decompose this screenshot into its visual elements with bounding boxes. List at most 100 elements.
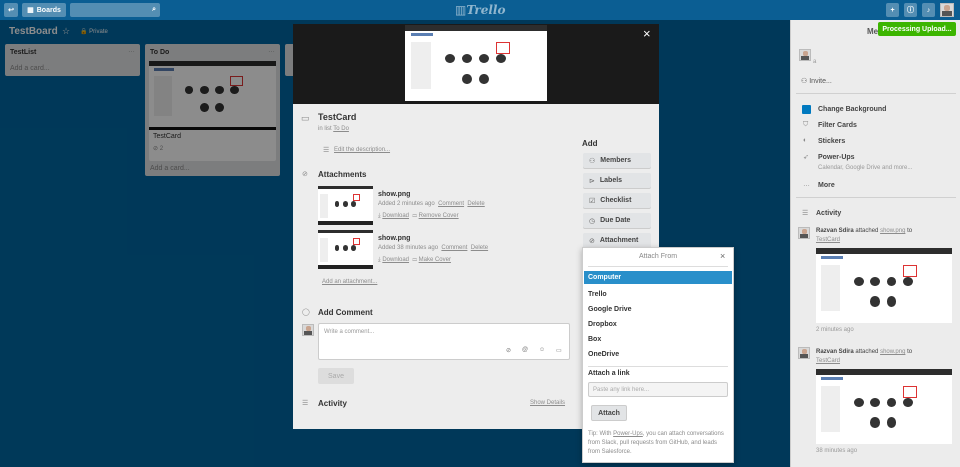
option-dropbox[interactable]: Dropbox (584, 318, 732, 331)
member-avatar[interactable] (799, 49, 811, 61)
card-title[interactable]: TestCard (318, 112, 356, 122)
description-icon: ☰ (323, 147, 330, 154)
search-icon: ⌕ (152, 6, 156, 13)
option-box[interactable]: Box (584, 333, 732, 346)
activity-attachment-image[interactable] (816, 248, 952, 323)
option-computer[interactable]: Computer (584, 271, 732, 284)
member-badge: a (813, 59, 817, 65)
more-item[interactable]: More (818, 182, 835, 189)
tag-icon: ⊳ (589, 177, 595, 185)
members-label: Members (600, 157, 632, 164)
option-google-drive[interactable]: Google Drive (584, 303, 732, 316)
card-cover: × (293, 24, 659, 104)
change-background-item[interactable]: Change Background (818, 106, 886, 113)
edit-description-link[interactable]: Edit the description... (334, 147, 390, 153)
attachment-added: Added 2 minutes ago (378, 201, 435, 207)
checklist-button[interactable]: ☑ Checklist (583, 193, 651, 208)
tip-text: Tip: With Power-Ups, you can attach conv… (588, 430, 730, 460)
attachment-actions: ⤓ Download ▭ Make Cover (378, 257, 451, 264)
user-avatar[interactable] (940, 3, 954, 17)
download-icon: ⤓ (378, 213, 381, 219)
cover-image[interactable] (405, 25, 547, 101)
invite-button[interactable]: ⚇ Invite... (801, 77, 832, 85)
link-input[interactable]: Paste any link here... (588, 382, 728, 397)
attachment-comment-link[interactable]: Comment (438, 201, 464, 207)
list-link[interactable]: To Do (333, 126, 349, 132)
activity-attachment-image[interactable] (816, 369, 952, 444)
download-icon: ⤓ (378, 257, 381, 263)
create-button[interactable]: + (886, 3, 899, 17)
attachment-actions: ⤓ Download ▭ Remove Cover (378, 213, 459, 220)
back-button[interactable]: ↩ (4, 3, 18, 17)
make-cover-link[interactable]: Make Cover (419, 257, 451, 263)
in-list-prefix: in list (318, 126, 332, 132)
comment-input[interactable]: Write a comment... ⊘ @ ☺ ▭ (318, 323, 570, 360)
option-onedrive[interactable]: OneDrive (584, 348, 732, 361)
cover-icon: ▭ (412, 213, 417, 219)
checkbox-icon: ☑ (589, 197, 596, 205)
attachment-thumbnail[interactable] (318, 186, 373, 224)
invite-label: Invite... (809, 78, 832, 85)
close-icon[interactable]: × (643, 26, 651, 41)
attach-icon[interactable]: ⊘ (506, 347, 511, 354)
filter-cards-item[interactable]: Filter Cards (818, 122, 857, 129)
processing-upload-badge: Processing Upload... (878, 22, 956, 36)
attachment-added: Added 38 minutes ago (378, 245, 439, 251)
emoji-icon[interactable]: ☺ (539, 347, 545, 353)
activity-icon: ☰ (802, 210, 809, 217)
remove-cover-link[interactable]: Remove Cover (419, 213, 459, 219)
activity-user[interactable]: Razvan Sdira (816, 349, 854, 355)
download-link[interactable]: Download (382, 257, 409, 263)
power-ups-item[interactable]: Power-Ups (818, 154, 855, 161)
card-list-info: in list To Do (318, 126, 349, 132)
attachment-button[interactable]: ⊘ Attachment (583, 233, 651, 248)
members-button[interactable]: ⚇ Members (583, 153, 651, 168)
labels-button[interactable]: ⊳ Labels (583, 173, 651, 188)
show-details-link[interactable]: Show Details (530, 400, 565, 406)
stickers-item[interactable]: Stickers (818, 138, 845, 145)
mention-icon[interactable]: @ (522, 347, 528, 353)
option-trello[interactable]: Trello (584, 288, 732, 301)
power-ups-link[interactable]: Power-Ups (613, 431, 643, 437)
activity-user[interactable]: Razvan Sdira (816, 228, 854, 234)
activity-file-link[interactable]: show.png (880, 349, 905, 355)
plus-icon: + (890, 6, 895, 14)
due-date-label: Due Date (600, 217, 631, 224)
activity-icon: ☰ (302, 400, 309, 407)
comment-avatar (302, 324, 314, 336)
attachment-comment-link[interactable]: Comment (441, 245, 467, 251)
attachment-name[interactable]: show.png (378, 191, 410, 198)
activity-avatar (798, 227, 810, 239)
download-link[interactable]: Download (382, 213, 409, 219)
activity-file-link[interactable]: show.png (880, 228, 905, 234)
search-input[interactable]: ⌕ (70, 3, 160, 17)
attach-button[interactable]: Attach (591, 405, 627, 421)
clock-icon: ◷ (589, 217, 596, 225)
attachment-meta: Added 38 minutes ago Comment Delete (378, 245, 488, 251)
popup-title: Attach From (638, 253, 678, 260)
info-button[interactable]: ⓘ (904, 3, 917, 17)
activity-card-link[interactable]: TestCard (816, 358, 840, 364)
bell-icon: ♪ (926, 6, 931, 14)
activity-verb: attached (855, 349, 879, 355)
save-button[interactable]: Save (318, 368, 354, 384)
boards-button[interactable]: ▦ Boards (22, 3, 66, 17)
activity-card-link[interactable]: TestCard (816, 237, 840, 243)
filter-icon: ⛉ (803, 121, 809, 128)
background-swatch-icon (802, 105, 811, 114)
attachment-thumbnail[interactable] (318, 230, 373, 268)
logo-icon: ▥ (455, 3, 467, 17)
link-placeholder: Paste any link here... (593, 386, 650, 393)
attach-from-popup: Attach From × Computer Trello Google Dri… (582, 247, 734, 463)
attachment-delete-link[interactable]: Delete (471, 245, 488, 251)
labels-label: Labels (599, 177, 623, 184)
close-icon[interactable]: × (720, 251, 725, 261)
add-attachment-link[interactable]: Add an attachment... (322, 279, 377, 285)
attachment-name[interactable]: show.png (378, 235, 410, 242)
attachment-delete-link[interactable]: Delete (467, 201, 484, 207)
notifications-button[interactable]: ♪ (922, 3, 935, 17)
activity-to: to (907, 228, 913, 234)
card-link-icon[interactable]: ▭ (556, 347, 562, 354)
board-menu-sidebar: Me a ⚇ Invite... Change Background ⛉ Fil… (790, 20, 960, 467)
due-date-button[interactable]: ◷ Due Date (583, 213, 651, 228)
